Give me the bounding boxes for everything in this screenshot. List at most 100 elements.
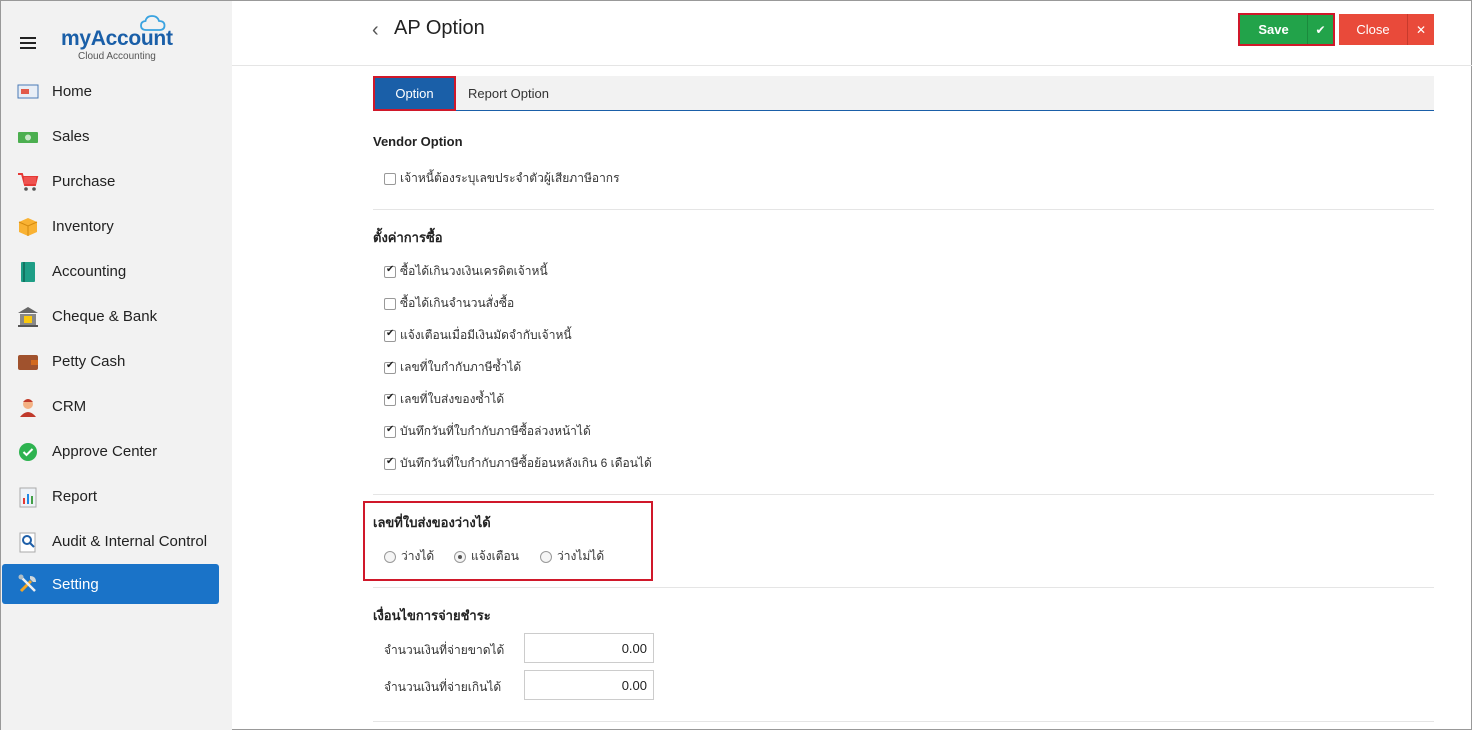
underpay-input[interactable] xyxy=(524,633,654,663)
radio-option[interactable]: แจ้งเตือน xyxy=(454,547,519,566)
checkbox-row[interactable]: บันทึกวันที่ใบกำกับภาษีซื้อล่วงหน้าได้ xyxy=(384,422,591,441)
sidebar-item-label: Home xyxy=(52,83,93,100)
book-icon xyxy=(17,261,39,283)
overpay-label: จำนวนเงินที่จ่ายเกินได้ xyxy=(384,680,502,694)
checkbox-row[interactable]: ซื้อได้เกินจำนวนสั่งซื้อ xyxy=(384,294,514,313)
tab-report-option[interactable]: Report Option xyxy=(456,76,561,111)
divider xyxy=(373,494,1434,495)
sidebar-item-crm[interactable]: CRM xyxy=(1,384,232,429)
sidebar-item-label: Petty Cash xyxy=(52,353,126,370)
sidebar-item-label: Report xyxy=(52,488,98,505)
checkbox[interactable] xyxy=(384,392,396,406)
sidebar-item-cheque-bank[interactable]: Cheque & Bank xyxy=(1,294,232,339)
divider xyxy=(373,721,1434,722)
check-icon: ✔ xyxy=(1315,22,1326,37)
settings-icon xyxy=(17,573,39,595)
main-content: ‹ AP Option Save ✔ Close ✕ Option Report… xyxy=(232,1,1472,730)
checkbox[interactable] xyxy=(384,172,396,185)
sidebar-item-setting[interactable]: Setting xyxy=(2,564,219,604)
radio-label: ว่างได้ xyxy=(401,549,435,563)
sidebar-item-inventory[interactable]: Inventory xyxy=(1,204,232,249)
box-icon xyxy=(17,216,39,238)
radio-option[interactable]: ว่างไม่ได้ xyxy=(540,547,604,566)
page-title: AP Option xyxy=(394,17,485,39)
radio-option[interactable]: ว่างได้ xyxy=(384,547,434,566)
divider xyxy=(373,587,1434,588)
radio-button[interactable] xyxy=(454,550,466,563)
crm-icon xyxy=(17,396,39,418)
sidebar-item-label: Purchase xyxy=(52,173,116,190)
cart-icon xyxy=(17,171,39,193)
checkbox-label: บันทึกวันที่ใบกำกับภาษีซื้อล่วงหน้าได้ xyxy=(400,424,591,438)
checkbox-label: เลขที่ใบกำกับภาษีซ้ำได้ xyxy=(400,360,522,374)
radio-button[interactable] xyxy=(540,550,552,563)
audit-icon xyxy=(17,531,39,553)
checkbox-row[interactable]: บันทึกวันที่ใบกำกับภาษีซื้อย้อนหลังเกิน … xyxy=(384,454,652,473)
checkbox-row[interactable]: เลขที่ใบส่งของซ้ำได้ xyxy=(384,390,504,409)
checkbox-row[interactable]: แจ้งเตือนเมื่อมีเงินมัดจำกับเจ้าหนี้ xyxy=(384,326,572,345)
checkbox-label: แจ้งเตือนเมื่อมีเงินมัดจำกับเจ้าหนี้ xyxy=(400,328,572,342)
logo[interactable]: myAccount Cloud Accounting xyxy=(61,15,181,65)
delivery-blank-title: เลขที่ใบส่งของว่างได้ xyxy=(373,515,491,530)
back-chevron-icon[interactable]: ‹ xyxy=(372,19,379,42)
sidebar-item-label: Accounting xyxy=(52,263,127,280)
tab-option[interactable]: Option xyxy=(373,76,456,111)
sidebar-item-purchase[interactable]: Purchase xyxy=(1,159,232,204)
sidebar-item-label: Sales xyxy=(52,128,90,145)
checkbox[interactable] xyxy=(384,456,396,470)
divider xyxy=(373,209,1434,210)
checkbox-label: บันทึกวันที่ใบกำกับภาษีซื้อย้อนหลังเกิน … xyxy=(400,456,652,470)
checkbox[interactable] xyxy=(384,424,396,438)
sidebar-item-home[interactable]: Home xyxy=(1,69,232,114)
checkbox[interactable] xyxy=(384,360,396,374)
payment-terms-title: เงื่อนไขการจ่ายชำระ xyxy=(373,608,491,623)
checkbox-label: เจ้าหนี้ต้องระบุเลขประจำตัวผู้เสียภาษีอา… xyxy=(400,171,620,185)
radio-label: แจ้งเตือน xyxy=(471,549,519,563)
bank-icon xyxy=(17,306,39,328)
menu-icon[interactable] xyxy=(20,37,36,49)
checkbox[interactable] xyxy=(384,328,396,342)
sidebar-header: myAccount Cloud Accounting xyxy=(1,1,232,69)
radio-button[interactable] xyxy=(384,550,396,563)
underpay-label: จำนวนเงินที่จ่ายขาดได้ xyxy=(384,643,505,657)
home-icon xyxy=(17,81,39,103)
wallet-icon xyxy=(17,351,39,373)
vendor-option-title: Vendor Option xyxy=(373,134,463,149)
logo-subtitle: Cloud Accounting xyxy=(78,51,156,62)
sidebar-item-report[interactable]: Report xyxy=(1,474,232,519)
sidebar-item-label: Cheque & Bank xyxy=(52,308,158,325)
sidebar-item-approve-center[interactable]: Approve Center xyxy=(1,429,232,474)
sidebar: myAccount Cloud Accounting Home Sales Pu… xyxy=(1,1,232,730)
report-icon xyxy=(17,486,39,508)
close-button[interactable]: Close ✕ xyxy=(1339,14,1434,45)
sales-icon xyxy=(17,126,39,148)
save-button[interactable]: Save ✔ xyxy=(1238,13,1335,46)
sidebar-nav: Home Sales Purchase Inventory Accounting… xyxy=(1,69,232,604)
checkbox-row[interactable]: เลขที่ใบกำกับภาษีซ้ำได้ xyxy=(384,358,521,377)
sidebar-item-label: Setting xyxy=(52,575,99,593)
sidebar-item-petty-cash[interactable]: Petty Cash xyxy=(1,339,232,384)
logo-title: myAccount xyxy=(61,27,173,50)
tab-bar: Option Report Option xyxy=(373,76,1434,111)
sidebar-item-accounting[interactable]: Accounting xyxy=(1,249,232,294)
close-button-label: Close xyxy=(1339,14,1408,45)
purchase-settings-title: ตั้งค่าการซื้อ xyxy=(373,230,443,245)
overpay-input[interactable] xyxy=(524,670,654,700)
page-header: ‹ AP Option Save ✔ Close ✕ xyxy=(232,1,1472,66)
sidebar-item-label: Approve Center xyxy=(52,443,158,460)
sidebar-item-label: Inventory xyxy=(52,218,114,235)
checkbox-row[interactable]: เจ้าหนี้ต้องระบุเลขประจำตัวผู้เสียภาษีอา… xyxy=(384,169,620,188)
checkbox-label: ซื้อได้เกินวงเงินเครดิตเจ้าหนี้ xyxy=(400,264,548,278)
checkbox-label: เลขที่ใบส่งของซ้ำได้ xyxy=(400,392,505,406)
save-button-label: Save xyxy=(1240,15,1308,44)
checkbox-row[interactable]: ซื้อได้เกินวงเงินเครดิตเจ้าหนี้ xyxy=(384,262,548,281)
sidebar-item-sales[interactable]: Sales xyxy=(1,114,232,159)
checkbox-label: ซื้อได้เกินจำนวนสั่งซื้อ xyxy=(400,296,515,310)
approve-icon xyxy=(17,441,39,463)
close-icon: ✕ xyxy=(1415,22,1427,37)
radio-label: ว่างไม่ได้ xyxy=(557,549,605,563)
sidebar-item-label: CRM xyxy=(52,398,87,415)
checkbox[interactable] xyxy=(384,297,396,310)
sidebar-item-audit[interactable]: Audit & Internal Control xyxy=(1,519,232,564)
checkbox[interactable] xyxy=(384,264,396,278)
